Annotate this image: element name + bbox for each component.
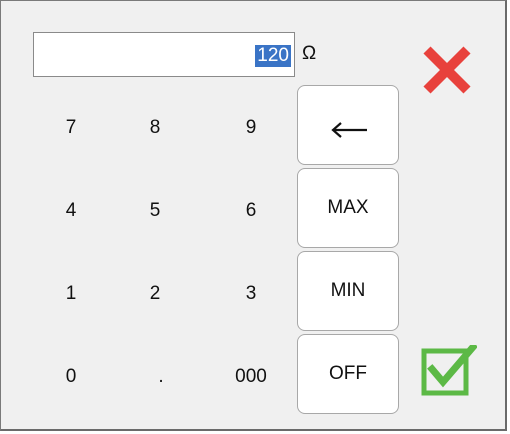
key-decimal-point[interactable]: . [133, 357, 189, 397]
unit-label: Ω [302, 43, 317, 64]
close-icon [423, 46, 471, 94]
value-input[interactable]: 120 [33, 32, 295, 77]
selected-value-text: 120 [255, 45, 291, 67]
key-2[interactable]: 2 [127, 274, 183, 314]
checkbox-check-icon [421, 342, 478, 396]
key-5[interactable]: 5 [127, 191, 183, 231]
key-7[interactable]: 7 [43, 108, 99, 148]
key-4[interactable]: 4 [43, 191, 99, 231]
key-3[interactable]: 3 [223, 274, 279, 314]
min-button[interactable]: MIN [297, 251, 399, 331]
key-1[interactable]: 1 [43, 274, 99, 314]
backspace-button[interactable] [297, 85, 399, 165]
cancel-button[interactable] [421, 44, 473, 96]
key-9[interactable]: 9 [223, 108, 279, 148]
max-button[interactable]: MAX [297, 168, 399, 248]
off-button[interactable]: OFF [297, 334, 399, 414]
confirm-button[interactable] [421, 342, 478, 397]
key-triple-zero[interactable]: 000 [223, 357, 279, 397]
key-6[interactable]: 6 [223, 191, 279, 231]
numeric-entry-panel: 120 Ω 7 8 9 4 5 6 1 2 3 0 . 000 MAX MIN … [0, 0, 507, 431]
key-0[interactable]: 0 [43, 357, 99, 397]
left-arrow-icon [331, 122, 367, 138]
key-8[interactable]: 8 [127, 108, 183, 148]
